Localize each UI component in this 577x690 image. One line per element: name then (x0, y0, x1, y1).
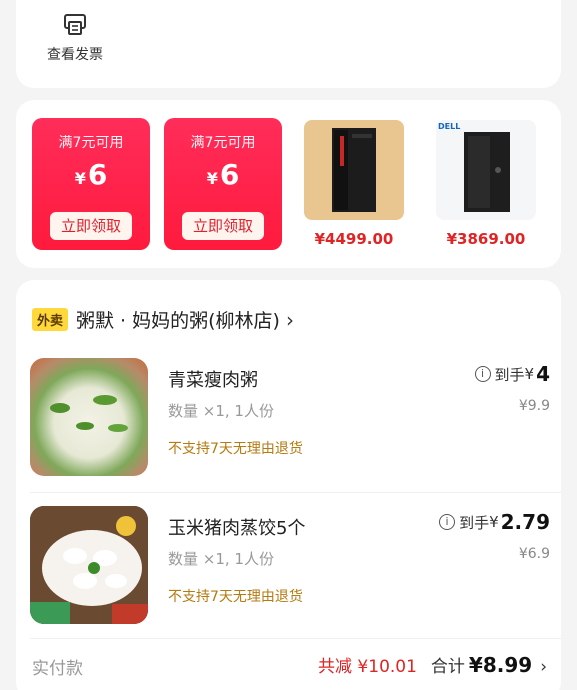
item-name: 玉米猪肉蒸饺5个 (168, 518, 306, 539)
total-saving: 共减 ¥10.01 (318, 657, 417, 677)
takeaway-tag: 外卖 (32, 308, 69, 331)
coupon-product-card: 满7元可用 ¥6 立即领取 满7元可用 ¥6 立即领取 ¥4499.00 DEL… (16, 100, 561, 268)
item-quantity: 数量 ×1, 1人份 (168, 402, 274, 420)
lenovo-desktop-tower-image (304, 120, 404, 220)
original-price: ¥6.9 (518, 546, 550, 562)
porridge-image (30, 358, 148, 476)
product-price: ¥4499.00 (314, 230, 394, 248)
coupon-condition: 满7元可用 (58, 135, 124, 151)
original-price: ¥9.9 (518, 398, 550, 414)
item-name: 青菜瘦肉粥 (168, 370, 258, 391)
view-invoice-button[interactable]: 查看发票 (40, 14, 110, 64)
product-price: ¥3869.00 (446, 230, 526, 248)
dell-brand-label: DELL (438, 122, 461, 131)
deal-price: i 到手 ¥2.79 (439, 510, 550, 534)
coupon-amount: ¥6 (74, 158, 108, 191)
coupon-amount: ¥6 (206, 158, 240, 191)
product-lenovo[interactable]: ¥4499.00 (304, 120, 404, 248)
order-card: 外卖 粥默 · 妈妈的粥(柳林店) › 青菜瘦肉粥 数量 ×1, 1人份 不支持… (16, 280, 561, 690)
invoice-card: 查看发票 (16, 0, 561, 88)
order-item[interactable]: 青菜瘦肉粥 数量 ×1, 1人份 不支持7天无理由退货 i 到手 ¥4 ¥9.9 (30, 358, 550, 478)
view-invoice-label: 查看发票 (47, 47, 103, 63)
return-policy: 不支持7天无理由退货 (168, 441, 303, 457)
dell-desktop-tower-image: DELL (436, 120, 536, 220)
divider (30, 638, 561, 639)
total-amount: ¥8.99 (468, 653, 533, 677)
chevron-right-icon[interactable]: › (540, 657, 547, 677)
coupon-condition: 满7元可用 (190, 135, 256, 151)
payment-summary[interactable]: 实付款 共减 ¥10.01 合计 ¥8.99 › (32, 650, 547, 680)
claim-coupon-button[interactable]: 立即领取 (182, 212, 264, 240)
total-row: 共减 ¥10.01 合计 ¥8.99 › (318, 652, 547, 677)
chevron-right-icon: › (285, 307, 294, 332)
claim-coupon-button[interactable]: 立即领取 (50, 212, 132, 240)
dumplings-image (30, 506, 148, 624)
info-icon[interactable]: i (474, 366, 491, 382)
receipt-icon (64, 14, 86, 35)
return-policy: 不支持7天无理由退货 (168, 589, 303, 605)
paid-label: 实付款 (32, 659, 83, 679)
info-icon[interactable]: i (439, 514, 456, 530)
item-quantity: 数量 ×1, 1人份 (168, 550, 274, 568)
deal-price: i 到手 ¥4 (474, 362, 550, 386)
product-dell[interactable]: DELL ¥3869.00 (436, 120, 536, 248)
total-label: 合计 (430, 657, 465, 677)
store-link[interactable]: 外卖 粥默 · 妈妈的粥(柳林店) › (32, 306, 294, 333)
order-item[interactable]: 玉米猪肉蒸饺5个 数量 ×1, 1人份 不支持7天无理由退货 i 到手 ¥2.7… (30, 506, 550, 626)
coupon-card: 满7元可用 ¥6 立即领取 (164, 118, 282, 250)
coupon-card: 满7元可用 ¥6 立即领取 (32, 118, 150, 250)
store-name: 粥默 · 妈妈的粥(柳林店) (76, 310, 280, 332)
divider (30, 492, 561, 493)
